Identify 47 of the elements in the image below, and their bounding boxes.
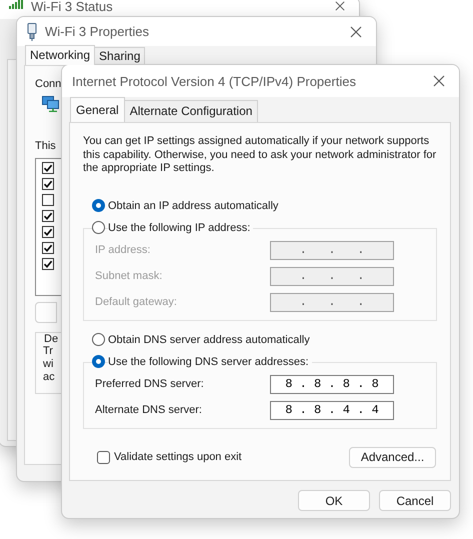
- connect-label: Conn: [35, 78, 62, 90]
- description-text: ac: [43, 371, 55, 384]
- radio-button[interactable]: [92, 333, 105, 346]
- field-label: Subnet mask:: [95, 270, 164, 282]
- window-title: Wi-Fi 3 Status: [31, 0, 114, 14]
- field-label: Alternate DNS server:: [95, 404, 203, 416]
- radio-button[interactable]: [92, 355, 105, 368]
- checkbox-label: Validate settings upon exit: [114, 451, 242, 463]
- component-checkbox[interactable]: [42, 210, 54, 222]
- description-text: wi: [43, 358, 54, 371]
- tab[interactable]: Sharing: [94, 47, 146, 65]
- field-label: Preferred DNS server:: [95, 378, 205, 390]
- field-label: IP address:: [95, 244, 152, 256]
- dialog-button[interactable]: Cancel: [379, 490, 451, 511]
- tab[interactable]: Alternate Configuration: [124, 100, 258, 122]
- component-checkbox[interactable]: [42, 242, 54, 254]
- component-checkbox[interactable]: [42, 226, 54, 238]
- network-icon: [42, 96, 60, 112]
- radio-label: Obtain DNS server address automatically: [108, 334, 313, 346]
- component-checkbox[interactable]: [42, 258, 54, 270]
- window-title: Wi-Fi 3 Properties: [45, 24, 150, 39]
- radio-label: Use the following IP address:: [108, 222, 254, 234]
- network-adapter-icon: [27, 22, 37, 40]
- close-icon[interactable]: [350, 26, 362, 38]
- component-checkbox[interactable]: [42, 162, 54, 174]
- components-label: This: [35, 140, 56, 152]
- component-checkbox[interactable]: [42, 178, 54, 190]
- ip-address-field[interactable]: 8 . 8 . 4 . 4: [270, 400, 394, 420]
- advanced-button[interactable]: Advanced...: [349, 446, 436, 468]
- validate-checkbox[interactable]: [97, 450, 110, 464]
- field-label: Default gateway:: [95, 296, 178, 308]
- close-icon[interactable]: [335, 1, 345, 11]
- group-title: De: [43, 333, 60, 345]
- intro-text: You can get IP settings assigned automatically if your network supports this capability. Otherwise, you need to ask your network administrator for the appropriate IP settings.: [83, 135, 438, 176]
- radio-label: Use the following DNS server addresses:: [108, 356, 312, 368]
- dialog-button[interactable]: OK: [298, 490, 370, 511]
- radio-label: Obtain an IP address automatically: [108, 200, 282, 212]
- radio-button[interactable]: [92, 221, 105, 234]
- tab[interactable]: Networking: [25, 45, 96, 65]
- close-icon[interactable]: [433, 75, 445, 87]
- window-title: Internet Protocol Version 4 (TCP/IPv4) Properties: [72, 74, 357, 88]
- component-checkbox[interactable]: [42, 194, 54, 206]
- ip-address-field[interactable]: 8 . 8 . 8 . 8: [270, 374, 394, 394]
- signal-icon: [9, 0, 23, 9]
- description-text: Tr: [43, 345, 53, 358]
- radio-button[interactable]: [92, 199, 105, 212]
- tab[interactable]: General: [70, 97, 125, 122]
